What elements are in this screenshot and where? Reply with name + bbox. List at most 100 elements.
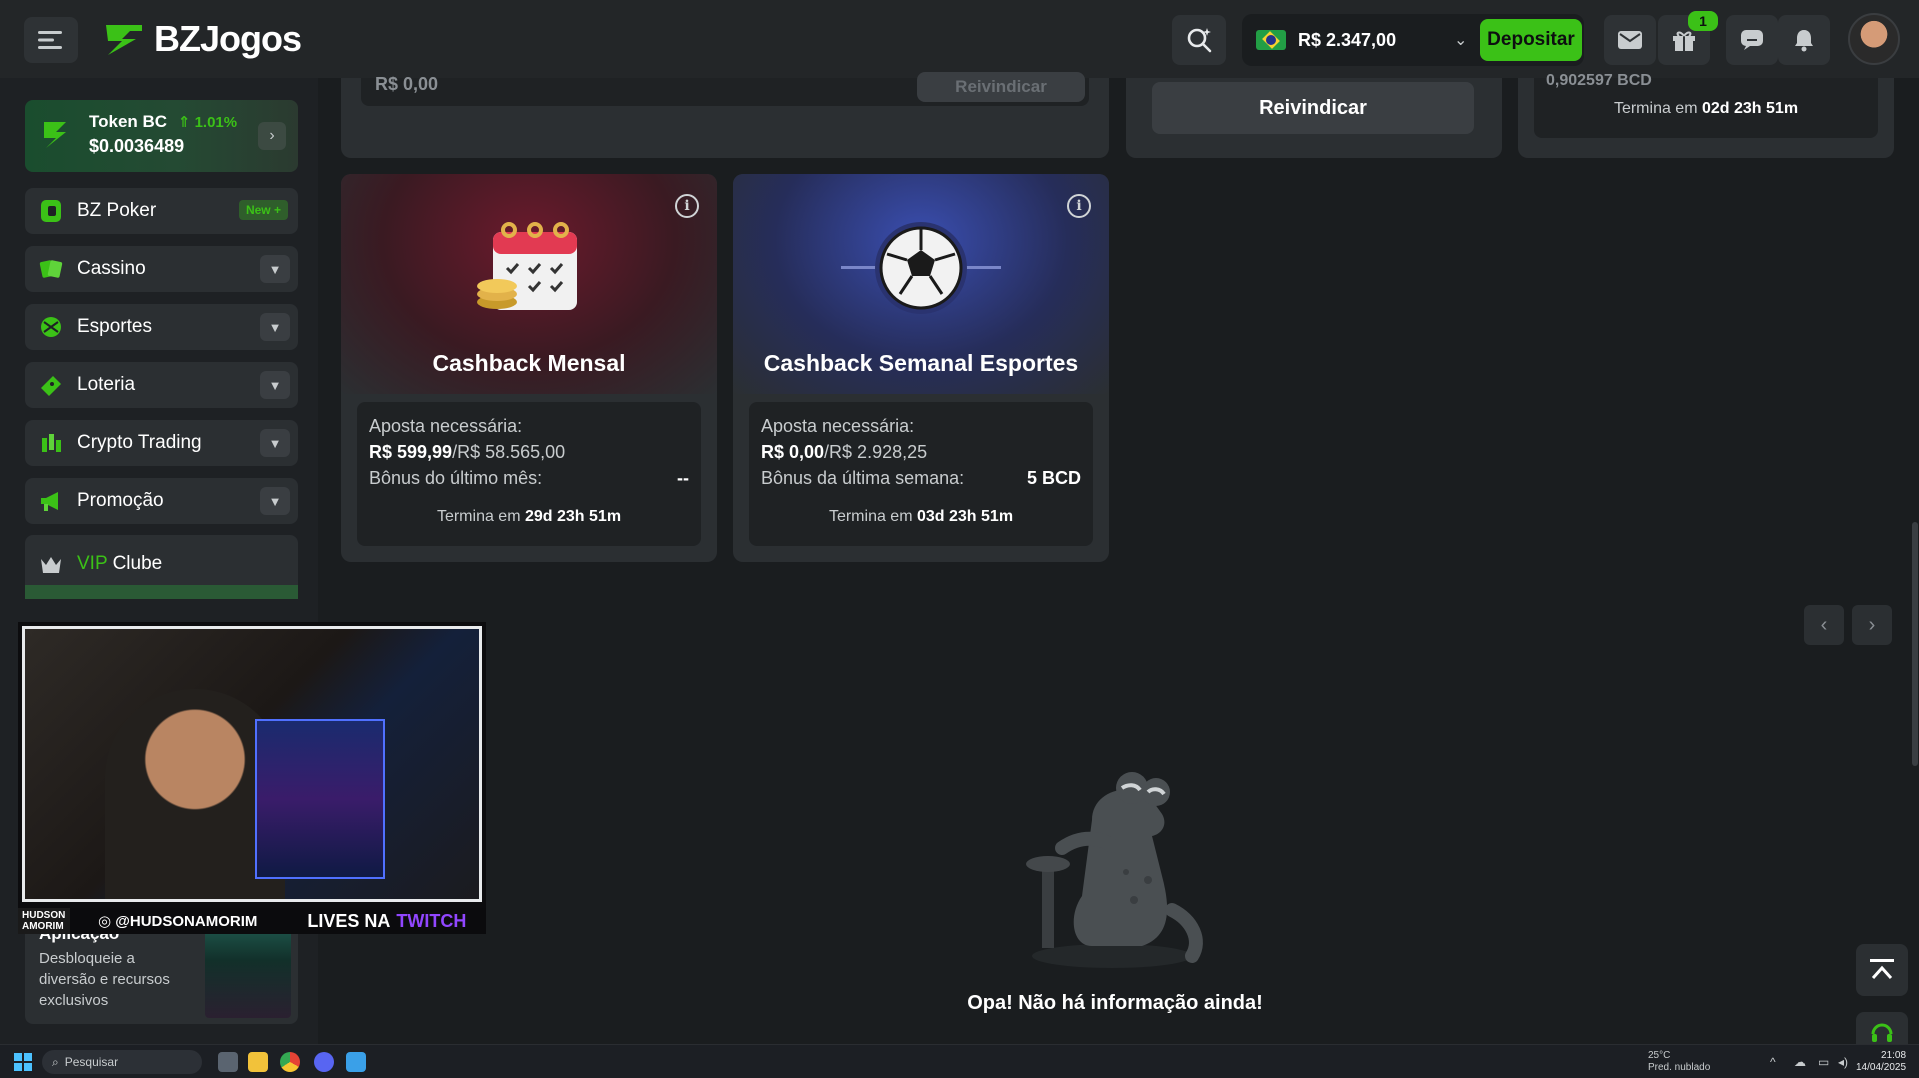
menu-toggle-button[interactable]: [24, 17, 78, 63]
app-icon[interactable]: [346, 1052, 366, 1072]
bet-required-label: Aposta necessária:: [761, 416, 915, 436]
chevron-down-icon[interactable]: ▼: [260, 313, 290, 341]
countdown: Termina em 29d 23h 51m: [436, 508, 622, 525]
tray-chevron-icon[interactable]: ^: [1770, 1055, 1776, 1069]
twitch-label: TWITCH: [396, 910, 467, 931]
casino-cards-icon: [39, 260, 63, 278]
reward-card-1: R$ 0,00 Reivindicar: [341, 72, 1109, 158]
chevron-right-icon[interactable]: ›: [258, 122, 286, 150]
sports-ball-icon: [41, 317, 61, 337]
file-explorer-icon[interactable]: [248, 1052, 268, 1072]
new-badge: New +: [238, 200, 288, 220]
messages-button[interactable]: [1604, 15, 1656, 65]
mail-icon: [1618, 31, 1642, 49]
brazil-flag-icon: [1256, 30, 1286, 50]
bet-required-label: Aposta necessária:: [369, 416, 523, 436]
token-change: ⇑ 1.01%: [177, 114, 238, 131]
calendar-coins-icon: [477, 222, 577, 310]
reward-amount: 0,902597 BCD: [1546, 72, 1652, 89]
sidebar-item-label: Crypto Trading: [77, 432, 202, 453]
token-price: $0.0036489: [89, 136, 185, 156]
search-icon: [1187, 28, 1212, 53]
brand-logo[interactable]: BZJogos: [104, 18, 302, 60]
chevron-down-icon[interactable]: ▼: [260, 429, 290, 457]
user-avatar[interactable]: [1848, 13, 1900, 65]
gift-icon: [1673, 31, 1695, 51]
page-scrollbar[interactable]: [1912, 522, 1918, 766]
megaphone-icon: [41, 492, 58, 511]
windows-taskbar: ⌕ Pesquisar 25°C Pred. nublado ^ ☁ ▭ ◂) …: [0, 1044, 1919, 1078]
sidebar-item-promocao[interactable]: Promoção ▼: [25, 478, 298, 524]
search-icon: ⌕: [52, 1054, 59, 1069]
app-preview-image: [205, 922, 291, 1018]
cashback-weekly-sports-card: i Cashback Semanal Esportes Aposta neces…: [733, 174, 1109, 562]
sidebar-item-label: Cassino: [77, 258, 146, 279]
volume-icon[interactable]: ◂): [1838, 1055, 1848, 1069]
vip-club-card[interactable]: VIP Clube: [25, 535, 298, 599]
top-header: BZJogos R$ 2.347,00 ⌄ Depositar 1: [0, 0, 1919, 78]
chat-button[interactable]: [1726, 15, 1778, 65]
app-card-description: Desbloqueie a diversão e recursos exclus…: [39, 950, 170, 1009]
gifts-button[interactable]: 1: [1658, 11, 1718, 65]
task-view-icon[interactable]: [218, 1052, 238, 1072]
bonus-value: 5 BCD: [1026, 468, 1081, 488]
support-button[interactable]: [1856, 1012, 1908, 1044]
card-title: Cashback Mensal: [432, 350, 626, 376]
search-button[interactable]: [1172, 15, 1226, 65]
chevron-left-icon: ‹: [1820, 613, 1828, 636]
club-label: Clube: [112, 553, 163, 574]
sidebar-item-cassino[interactable]: Cassino ▼: [25, 246, 298, 292]
empty-state-message: Opa! Não há informação ainda!: [967, 992, 1263, 1014]
lives-label: LIVES NA: [307, 910, 391, 931]
sidebar-item-esportes[interactable]: Esportes ▼: [25, 304, 298, 350]
bet-progress: R$ 0,00/R$ 2.928,25: [761, 442, 928, 462]
bonus-label: Bônus da última semana:: [761, 468, 965, 488]
token-name: Token BC: [89, 112, 168, 131]
network-icon[interactable]: ▭: [1818, 1055, 1829, 1069]
chrome-icon[interactable]: [280, 1052, 300, 1072]
soccer-ball-icon: [841, 222, 1001, 314]
crown-icon: [41, 557, 61, 573]
bet-progress: R$ 599,99/R$ 58.565,00: [369, 442, 566, 462]
lottery-ticket-icon: [41, 376, 61, 396]
cloud-icon[interactable]: ☁: [1794, 1055, 1806, 1069]
candlestick-chart-icon: [42, 434, 61, 452]
wallet-selector[interactable]: R$ 2.347,00 ⌄ Depositar: [1242, 14, 1584, 66]
token-bc-card[interactable]: Token BC ⇑ 1.01% $0.0036489 ›: [25, 100, 298, 172]
chevron-down-icon[interactable]: ▼: [260, 487, 290, 515]
scroll-to-top-button[interactable]: [1856, 944, 1908, 996]
info-icon[interactable]: i: [1067, 194, 1091, 218]
bonus-label: Bônus do último mês:: [369, 468, 543, 488]
chevron-down-icon[interactable]: ▼: [260, 255, 290, 283]
claim-button-disabled[interactable]: Reivindicar: [917, 72, 1085, 102]
deposit-button[interactable]: Depositar: [1480, 19, 1582, 61]
reward-card-3: 0,902597 BCD Termina em 02d 23h 51m: [1518, 72, 1894, 158]
countdown: Termina em 02d 23h 51m: [1613, 100, 1799, 117]
sidebar-item-loteria[interactable]: Loteria ▼: [25, 362, 298, 408]
sidebar-item-label: Loteria: [77, 374, 136, 395]
weather-widget[interactable]: 25°C Pred. nublado: [1648, 1050, 1710, 1074]
cashback-details: Aposta necessária: R$ 599,99/R$ 58.565,0…: [357, 402, 701, 546]
vip-progress-strip: [25, 585, 298, 599]
taskbar-search[interactable]: ⌕ Pesquisar: [42, 1050, 202, 1074]
carousel-prev-button[interactable]: ‹: [1804, 605, 1844, 645]
chevron-down-icon: ⌄: [1454, 32, 1468, 49]
sidebar-item-crypto-trading[interactable]: Crypto Trading ▼: [25, 420, 298, 466]
stream-info-bar: HUDSON AMORIM ◎ @HUDSONAMORIM LIVES NA T…: [18, 908, 486, 934]
carousel-next-button[interactable]: ›: [1852, 605, 1892, 645]
sidebar-item-label: Promoção: [77, 490, 164, 511]
sidebar-item-label: BZ Poker: [77, 200, 157, 221]
wallet-balance: R$ 2.347,00: [1298, 29, 1397, 50]
discord-icon[interactable]: [314, 1052, 334, 1072]
taskbar-clock[interactable]: 21:08 14/04/2025: [1856, 1050, 1906, 1074]
bc-token-icon: [44, 122, 66, 148]
claim-button[interactable]: Reivindicar: [1152, 82, 1474, 134]
taskbar-search-placeholder: Pesquisar: [64, 1055, 119, 1069]
chevron-down-icon[interactable]: ▼: [260, 371, 290, 399]
windows-start-icon[interactable]: [14, 1053, 32, 1071]
reward-amount: R$ 0,00: [375, 74, 439, 94]
info-icon[interactable]: i: [675, 194, 699, 218]
webcam-stream-overlay: HUDSON AMORIM ◎ @HUDSONAMORIM LIVES NA T…: [18, 622, 486, 934]
sidebar-item-bz-poker[interactable]: BZ Poker New +: [25, 188, 298, 234]
notifications-button[interactable]: [1778, 15, 1830, 65]
